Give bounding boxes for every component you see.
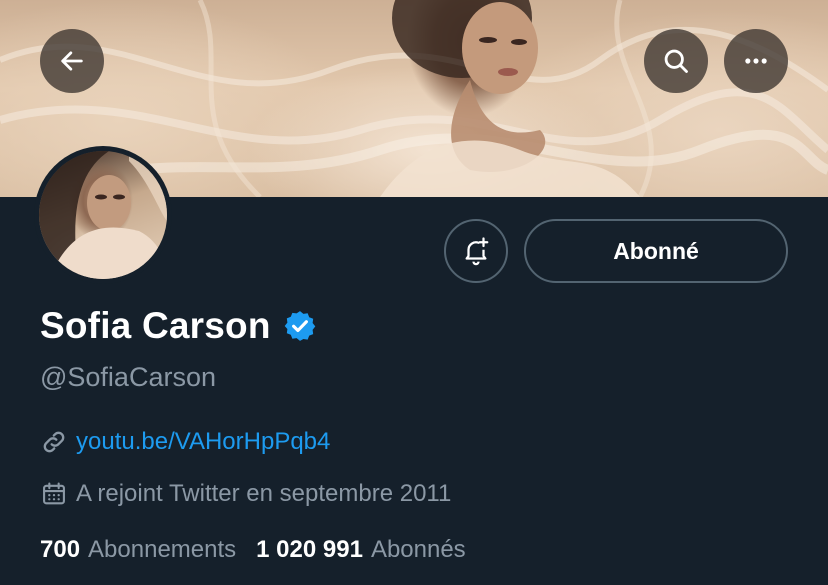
profile-joined-text: A rejoint Twitter en septembre 2011 (76, 480, 452, 507)
more-horizontal-icon (745, 58, 767, 64)
calendar-icon (43, 482, 65, 505)
notifications-button[interactable] (444, 219, 508, 283)
display-name: Sofia Carson (40, 305, 271, 346)
followers-count: 1 020 991 (256, 536, 363, 563)
link-icon (43, 431, 65, 453)
profile-joined-row: A rejoint Twitter en septembre 2011 (40, 480, 451, 508)
following-count: 700 (40, 536, 81, 563)
profile-avatar[interactable] (34, 146, 172, 284)
profile-website-link[interactable]: youtu.be/VAHorHpPqb4 (76, 428, 330, 456)
profile-stats: 700 Abonnements 1 020 991 Abonnés (40, 536, 466, 564)
followers-stat[interactable]: 1 020 991 Abonnés (256, 536, 466, 564)
profile-handle: @SofiaCarson (40, 362, 216, 392)
arrow-left-icon (61, 51, 83, 71)
back-button[interactable] (40, 29, 104, 93)
following-stat[interactable]: 700 Abonnements (40, 536, 236, 564)
followers-label: Abonnés (370, 536, 466, 563)
profile-link-row: youtu.be/VAHorHpPqb4 (40, 428, 330, 456)
verified-badge-icon[interactable] (283, 309, 317, 343)
following-button[interactable]: Abonné (524, 219, 788, 283)
profile-name-row: Sofia Carson (40, 305, 317, 347)
bell-plus-icon (465, 237, 489, 266)
search-icon (664, 49, 688, 73)
more-button[interactable] (724, 29, 788, 93)
following-label: Abonnements (88, 536, 237, 563)
avatar-image (39, 151, 167, 279)
search-button[interactable] (644, 29, 708, 93)
